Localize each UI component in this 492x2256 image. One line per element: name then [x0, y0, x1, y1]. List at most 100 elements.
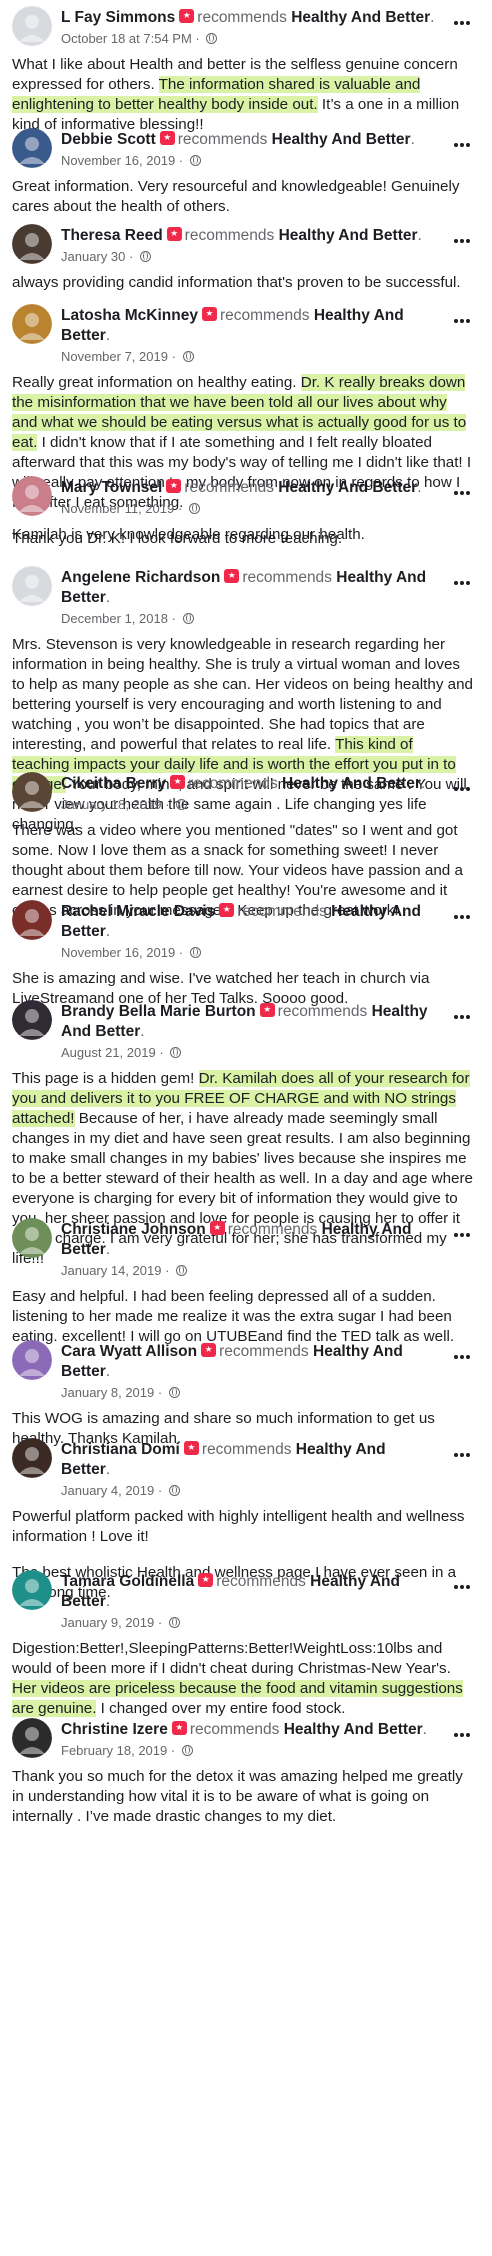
review-date-text[interactable]: November 7, 2019	[61, 349, 168, 364]
reviewer-name[interactable]: Cikeitha Berry	[61, 775, 166, 792]
recommendation-icon	[201, 1343, 217, 1357]
review-date[interactable]: January 14, 2019 ·	[61, 1262, 438, 1279]
review-text: Great information. Very resourceful and …	[12, 177, 474, 217]
reviewer-name[interactable]: Debbie Scott	[61, 131, 156, 148]
more-options-icon[interactable]	[450, 782, 474, 796]
review-date-text[interactable]: October 18 at 7:54 PM	[61, 31, 192, 46]
review-date[interactable]: August 21, 2019 ·	[61, 1044, 438, 1061]
review-date[interactable]: January 30 ·	[61, 248, 438, 265]
avatar[interactable]	[12, 1340, 52, 1380]
reviewer-name[interactable]: Christine Izere	[61, 1721, 168, 1738]
more-options-icon[interactable]	[450, 576, 474, 590]
review-paragraph: Kamilah is very knowledgeable regarding …	[12, 525, 474, 545]
avatar[interactable]	[12, 772, 52, 812]
review-date-text[interactable]: January 30	[61, 249, 125, 264]
reviewer-name[interactable]: Angelene Richardson	[61, 569, 220, 586]
review-date[interactable]: January 8, 2019 ·	[61, 1384, 438, 1401]
page-name-link[interactable]: Healthy And Better	[282, 775, 421, 792]
avatar[interactable]	[12, 224, 52, 264]
review-text: What I like about Health and better is t…	[12, 55, 474, 135]
review-text-segment: Really great information on healthy eati…	[12, 374, 301, 391]
review-date[interactable]: December 1, 2018 ·	[61, 610, 438, 627]
review-date[interactable]: February 18, 2019 ·	[61, 1742, 438, 1759]
review-paragraph: Powerful platform packed with highly int…	[12, 1507, 474, 1547]
review-meta: Christiane Johnson recommends Healthy And…	[61, 1218, 438, 1279]
reviews-feed: L Fay Simmons recommends Healthy And Bett…	[0, 0, 492, 2256]
review-date-text[interactable]: November 16, 2019	[61, 153, 175, 168]
review-date-text[interactable]: December 1, 2018	[61, 611, 168, 626]
globe-icon	[189, 947, 201, 958]
recommends-text: recommends	[219, 1343, 309, 1360]
page-name-link[interactable]: Healthy And Better	[284, 1721, 423, 1738]
more-options-icon[interactable]	[450, 234, 474, 248]
review-text-segment: Thank you so much for the detox it was a…	[12, 1768, 463, 1825]
more-options-icon[interactable]	[450, 1728, 474, 1742]
review-date[interactable]: November 11, 2019 ·	[61, 500, 438, 517]
review-date-text[interactable]: November 16, 2019	[61, 945, 175, 960]
avatar[interactable]	[12, 476, 52, 516]
review-date[interactable]: January 18, 2019 ·	[61, 796, 438, 813]
review-title-line: Mary Townsel recommends Healthy And Bette…	[61, 479, 422, 496]
more-options-icon[interactable]	[450, 1228, 474, 1242]
avatar[interactable]	[12, 128, 52, 168]
avatar[interactable]	[12, 566, 52, 606]
review-date-text[interactable]: January 4, 2019	[61, 1483, 154, 1498]
avatar[interactable]	[12, 1218, 52, 1258]
reviewer-name[interactable]: Cara Wyatt Allison	[61, 1343, 197, 1360]
review-date-text[interactable]: November 11, 2019	[61, 501, 174, 516]
review-date[interactable]: November 7, 2019 ·	[61, 348, 438, 365]
avatar[interactable]	[12, 6, 52, 46]
review-header: Rachel Miracle Davis recommends Healthy A…	[12, 900, 474, 961]
avatar[interactable]	[12, 304, 52, 344]
recommendation-icon	[170, 775, 186, 789]
review-text: always providing candid information that…	[12, 273, 474, 293]
review-date[interactable]: November 16, 2019 ·	[61, 944, 438, 961]
reviewer-name[interactable]: Tamara Goldinella	[61, 1573, 194, 1590]
globe-icon	[176, 799, 188, 810]
reviewer-name[interactable]: Christiana Domi	[61, 1441, 180, 1458]
reviewer-name[interactable]: Mary Townsel	[61, 479, 162, 496]
review-date-text[interactable]: January 9, 2019	[61, 1615, 154, 1630]
review-date-text[interactable]: February 18, 2019	[61, 1743, 167, 1758]
reviewer-name[interactable]: Latosha McKinney	[61, 307, 198, 324]
more-options-icon[interactable]	[450, 1350, 474, 1364]
review-date[interactable]: January 4, 2019 ·	[61, 1482, 438, 1499]
review-title-line: Christiana Domi recommends Healthy And Be…	[61, 1441, 386, 1478]
avatar[interactable]	[12, 900, 52, 940]
review-text-segment: Easy and helpful. I had been feeling dep…	[12, 1288, 455, 1345]
more-options-icon[interactable]	[450, 1448, 474, 1462]
avatar[interactable]	[12, 1718, 52, 1758]
more-options-icon[interactable]	[450, 486, 474, 500]
review-card: Rachel Miracle Davis recommends Healthy A…	[0, 900, 492, 1009]
recommendation-icon	[179, 9, 195, 23]
review-title-line: Tamara Goldinella recommends Healthy And …	[61, 1573, 400, 1610]
review-date-text[interactable]: January 8, 2019	[61, 1385, 154, 1400]
reviewer-name[interactable]: Christiane Johnson	[61, 1221, 206, 1238]
more-options-icon[interactable]	[450, 16, 474, 30]
more-options-icon[interactable]	[450, 138, 474, 152]
reviewer-name[interactable]: L Fay Simmons	[61, 9, 175, 26]
reviewer-name[interactable]: Rachel Miracle Davis	[61, 903, 215, 920]
more-options-icon[interactable]	[450, 1010, 474, 1024]
avatar[interactable]	[12, 1570, 52, 1610]
reviewer-name[interactable]: Brandy Bella Marie Burton	[61, 1003, 256, 1020]
review-date-text[interactable]: August 21, 2019	[61, 1045, 156, 1060]
recommends-text: recommends	[237, 903, 327, 920]
review-date[interactable]: October 18 at 7:54 PM ·	[61, 30, 438, 47]
reviewer-name[interactable]: Theresa Reed	[61, 227, 163, 244]
review-date-text[interactable]: January 14, 2019	[61, 1263, 161, 1278]
more-options-icon[interactable]	[450, 314, 474, 328]
avatar[interactable]	[12, 1438, 52, 1478]
review-date-text[interactable]: January 18, 2019	[61, 797, 161, 812]
more-options-icon[interactable]	[450, 1580, 474, 1594]
avatar[interactable]	[12, 1000, 52, 1040]
review-title-line: Cara Wyatt Allison recommends Healthy And…	[61, 1343, 403, 1380]
page-name-link[interactable]: Healthy And Better	[279, 227, 418, 244]
page-name-link[interactable]: Healthy And Better	[278, 479, 417, 496]
review-date[interactable]: November 16, 2019 ·	[61, 152, 438, 169]
review-header: Theresa Reed recommends Healthy And Bette…	[12, 224, 474, 265]
page-name-link[interactable]: Healthy And Better	[272, 131, 411, 148]
page-name-link[interactable]: Healthy And Better	[291, 9, 430, 26]
review-date[interactable]: January 9, 2019 ·	[61, 1614, 438, 1631]
more-options-icon[interactable]	[450, 910, 474, 924]
